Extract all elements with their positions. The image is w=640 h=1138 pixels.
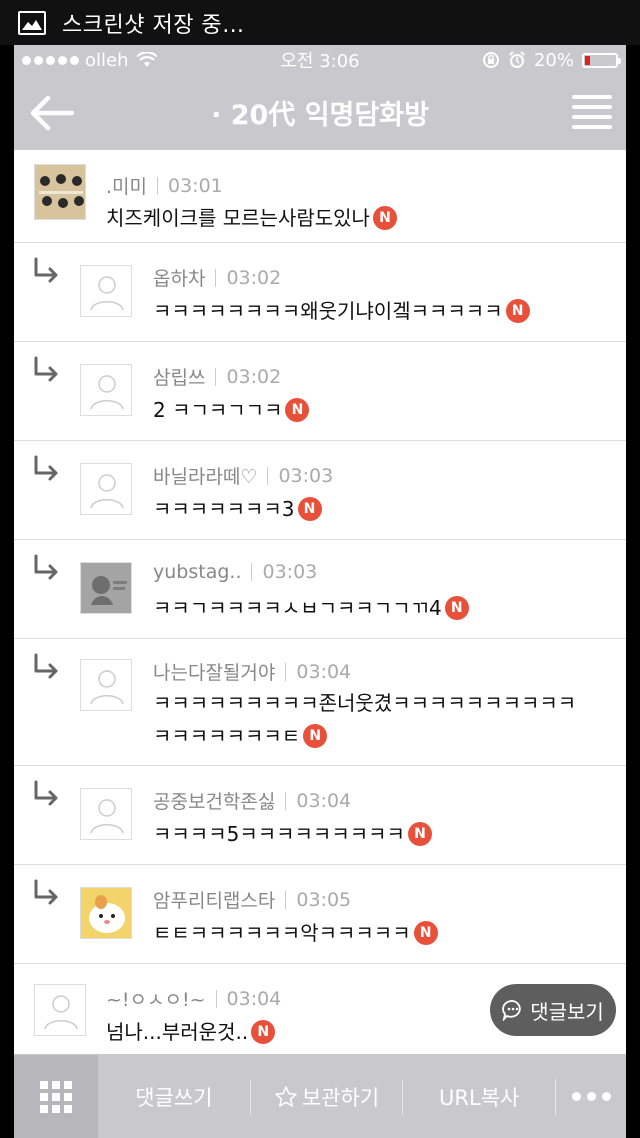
- alarm-icon: [509, 51, 525, 68]
- comment-text: ㅋㅋㅋㅋㅋㅋㅋㅋ왜웃기냐이겤ㅋㅋㅋㅋㅋ N: [153, 295, 530, 328]
- copy-url-button[interactable]: URL복사: [403, 1077, 555, 1117]
- comment-meta: 암푸리티랩스타 03:05: [153, 886, 351, 913]
- view-comments-label: 댓글보기: [530, 999, 604, 1024]
- notification-bar: 스크린샷 저장 중…: [0, 0, 640, 45]
- reply-arrow-icon: [34, 455, 58, 481]
- reply-item: yubstag.. 03:03 ㅋㅋㄱㅋㅋㅋㅋㅅㅂㄱㅋㅋㄱㄱㄲ4 N: [14, 540, 626, 639]
- battery-icon: [582, 52, 621, 68]
- more-options-icon[interactable]: [556, 1092, 626, 1101]
- comment-text: ㅋㅋㅋㅋㅋㅋㅋㅋㅋ존너웃겼ㅋㅋㅋㅋㅋㅋㅋㅋㅋㅋㅋㅋㅋㅋㅋㅋㅋㅌ N: [153, 691, 577, 748]
- chat-bubble-icon: [502, 1000, 521, 1021]
- default-avatar-icon[interactable]: [34, 984, 86, 1036]
- image-icon: [18, 10, 46, 35]
- new-badge: N: [251, 1019, 276, 1044]
- new-badge: N: [303, 723, 328, 748]
- comment-meta: 삼립쓰 03:02: [153, 363, 281, 390]
- default-avatar-icon[interactable]: [80, 265, 132, 317]
- comment-time: 03:05: [296, 888, 352, 911]
- reply-arrow-icon: [34, 257, 58, 283]
- reply-item: 암푸리티랩스타 03:05 ㅌㅌㅋㅋㅋㅋㅋㅋ악ㅋㅋㅋㅋㅋ N: [14, 865, 626, 964]
- bookmark-button[interactable]: 보관하기: [251, 1077, 403, 1117]
- comment-author[interactable]: 암푸리티랩스타: [153, 886, 275, 913]
- comment-item: .미미 03:01 치즈케이크를 모르는사람도있나 N: [14, 150, 626, 243]
- comment-text: 2 ㅋㄱㅋㄱㄱㅋ N: [153, 394, 310, 427]
- comment-author[interactable]: 나는다잘될거야: [153, 658, 275, 685]
- comment-text: ㅌㅌㅋㅋㅋㅋㅋㅋ악ㅋㅋㅋㅋㅋ N: [153, 917, 438, 950]
- comment-text: 치즈케이크를 모르는사람도있나 N: [106, 202, 397, 235]
- reply-item: 공중보건학존싫 03:04 ㅋㅋㅋㅋ5ㅋㅋㅋㅋㅋㅋㅋㅋㅋ N: [14, 766, 626, 865]
- comment-meta: 공중보건학존싫 03:04: [153, 787, 351, 814]
- comment-time: 03:04: [226, 987, 282, 1010]
- write-comment-button[interactable]: 댓글쓰기: [98, 1077, 250, 1117]
- new-badge: N: [444, 595, 469, 620]
- reply-item: 삼립쓰 03:02 2 ㅋㄱㅋㄱㄱㅋ N: [14, 342, 626, 441]
- comment-text: ㅋㅋㅋㅋㅋㅋㅋ3 N: [153, 493, 322, 526]
- view-comments-button[interactable]: 댓글보기: [490, 984, 616, 1036]
- comment-time: 03:04: [296, 660, 352, 683]
- reply-arrow-icon: [34, 879, 58, 905]
- default-avatar-icon[interactable]: [80, 364, 132, 416]
- user-avatar[interactable]: [80, 887, 132, 939]
- user-avatar[interactable]: [34, 164, 86, 220]
- battery-percent: 20%: [533, 49, 574, 71]
- comment-list[interactable]: .미미 03:01 치즈케이크를 모르는사람도있나 N 옵하차 03:02 ㅋㅋㅋㅋㅋ…: [14, 150, 626, 1054]
- reply-item: 바닐라라떼♡ 03:03 ㅋㅋㅋㅋㅋㅋㅋ3 N: [14, 441, 626, 540]
- comment-meta: 옵하차 03:02: [153, 264, 281, 291]
- comment-author[interactable]: 공중보건학존싫: [153, 787, 275, 814]
- comment-text: 넘나...부러운것.. N: [106, 1016, 276, 1049]
- comment-meta: ~!ㅇㅅㅇ!~ 03:04: [106, 985, 281, 1012]
- status-bar: olleh 오전 3:06 20%: [14, 45, 626, 75]
- default-avatar-icon[interactable]: [80, 463, 132, 515]
- comment-text: ㅋㅋㄱㅋㅋㅋㅋㅅㅂㄱㅋㅋㄱㄱㄲ4 N: [153, 592, 469, 625]
- new-badge: N: [407, 821, 432, 846]
- reply-arrow-icon: [34, 356, 58, 382]
- page-title: · 20代 익명담화방: [211, 100, 429, 131]
- comment-author[interactable]: .미미: [106, 172, 147, 199]
- new-badge: N: [413, 920, 438, 945]
- back-arrow-icon[interactable]: [28, 93, 74, 133]
- comment-meta: .미미 03:01: [106, 172, 223, 199]
- phone-screen: olleh 오전 3:06 20% · 20代 익명담화방 .미미 03:01 …: [14, 45, 626, 1138]
- comment-text: ㅋㅋㅋㅋ5ㅋㅋㅋㅋㅋㅋㅋㅋㅋ N: [153, 818, 432, 851]
- reply-arrow-icon: [34, 780, 58, 806]
- grid-menu-button[interactable]: [14, 1055, 98, 1138]
- notification-text: 스크린샷 저장 중…: [62, 12, 245, 38]
- comment-time: 03:03: [278, 464, 334, 487]
- comment-author[interactable]: 옵하차: [153, 264, 205, 291]
- comment-author[interactable]: 바닐라라떼♡: [153, 462, 257, 489]
- reply-item: 나는다잘될거야 03:04 ㅋㅋㅋㅋㅋㅋㅋㅋㅋ존너웃겼ㅋㅋㅋㅋㅋㅋㅋㅋㅋㅋㅋㅋㅋㅋ…: [14, 639, 626, 766]
- default-avatar-icon[interactable]: [80, 659, 132, 711]
- default-avatar-icon[interactable]: [80, 788, 132, 840]
- comment-meta: 바닐라라떼♡ 03:03: [153, 462, 333, 489]
- comment-time: 03:02: [226, 266, 282, 289]
- star-icon: [275, 1085, 297, 1107]
- reply-arrow-icon: [34, 653, 58, 679]
- bottom-toolbar: 댓글쓰기 보관하기 URL복사: [14, 1055, 626, 1138]
- comment-time: 03:03: [262, 561, 318, 583]
- nav-bar: · 20代 익명담화방: [14, 75, 626, 150]
- new-badge: N: [505, 298, 530, 323]
- comment-author[interactable]: 삼립쓰: [153, 363, 205, 390]
- comment-time: 03:04: [296, 789, 352, 812]
- comment-time: 03:01: [168, 174, 223, 197]
- reply-item: 옵하차 03:02 ㅋㅋㅋㅋㅋㅋㅋㅋ왜웃기냐이겤ㅋㅋㅋㅋㅋ N: [14, 243, 626, 342]
- reply-arrow-icon: [34, 554, 58, 580]
- new-badge: N: [372, 205, 397, 230]
- rotation-lock-icon: [482, 52, 499, 68]
- new-badge: N: [297, 496, 322, 521]
- hamburger-menu-icon[interactable]: [572, 95, 612, 129]
- user-avatar[interactable]: [80, 562, 132, 614]
- comment-meta: 나는다잘될거야 03:04: [153, 658, 351, 685]
- new-badge: N: [285, 397, 310, 422]
- grid-icon: [40, 1080, 72, 1113]
- comment-meta: yubstag.. 03:03: [153, 561, 317, 583]
- comment-author[interactable]: ~!ㅇㅅㅇ!~: [106, 985, 206, 1012]
- comment-time: 03:02: [226, 365, 282, 388]
- comment-author[interactable]: yubstag..: [153, 561, 241, 583]
